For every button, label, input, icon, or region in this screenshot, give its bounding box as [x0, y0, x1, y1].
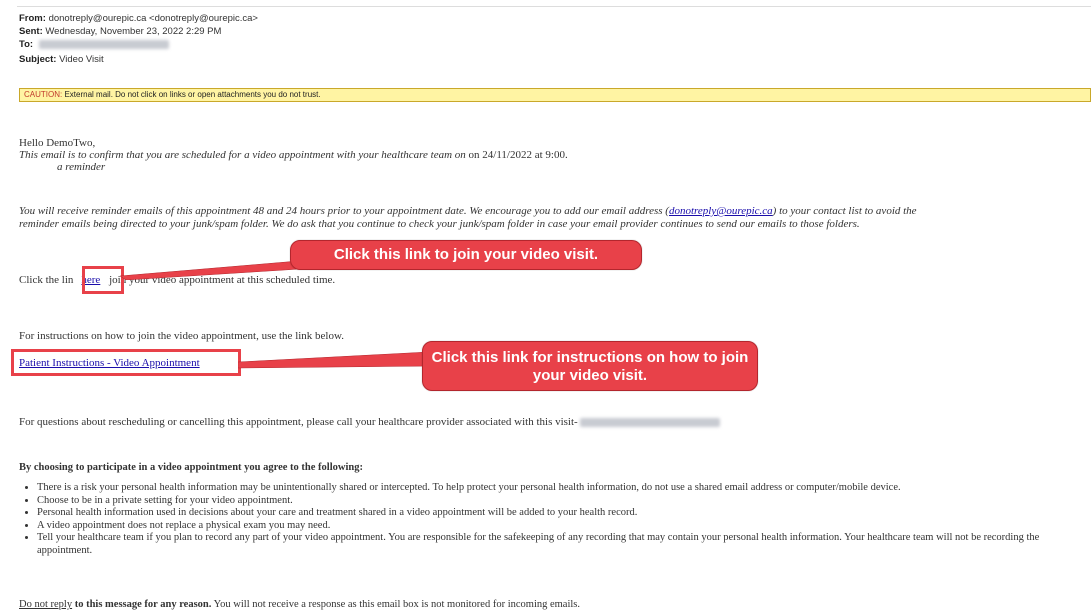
list-item: A video appointment does not replace a p… [37, 520, 1087, 533]
reminder-para-2: reminder emails being directed to your j… [19, 218, 860, 230]
here-highlight-box [82, 266, 124, 294]
caution-banner: CAUTION: External mail. Do not click on … [19, 88, 1091, 102]
reminder-para-1: You will receive reminder emails of this… [19, 205, 917, 218]
to-value-redacted [38, 39, 169, 49]
list-item: Tell your healthcare team if you plan to… [37, 532, 1087, 557]
join-text-pre: Click the lin [19, 274, 74, 286]
header-to: To: [19, 39, 169, 51]
agree-list-wrap: There is a risk your personal health inf… [19, 482, 1087, 557]
do-not-reply-rest: You will not receive a response as this … [211, 599, 581, 610]
header-subject: Subject: Video Visit [19, 54, 104, 66]
top-divider [17, 6, 1091, 7]
questions-text: For questions about rescheduling or canc… [19, 416, 578, 428]
list-item: Choose to be in a private setting for yo… [37, 495, 1087, 508]
instructions-callout: Click this link for instructions on how … [422, 341, 758, 391]
header-from: From: donotreply@ourepic.ca <donotreply@… [19, 13, 258, 25]
list-item: Personal health information used in deci… [37, 507, 1087, 520]
do-not-reply-bold: to this message for any reason. [72, 599, 212, 610]
reminder-email-link[interactable]: donotreply@ourepic.ca [669, 205, 773, 217]
sent-label: Sent: [19, 26, 43, 37]
instructions-intro: For instructions on how to join the vide… [19, 330, 344, 342]
patient-instructions-link[interactable]: Patient Instructions - Video Appointment [19, 357, 200, 370]
header-sent: Sent: Wednesday, November 23, 2022 2:29 … [19, 26, 221, 38]
list-item: There is a risk your personal health inf… [37, 482, 1087, 495]
sent-value: Wednesday, November 23, 2022 2:29 PM [45, 26, 222, 37]
provider-redacted [579, 417, 720, 427]
from-value[interactable]: donotreply@ourepic.ca <donotreply@ourepi… [49, 13, 258, 24]
from-label: From: [19, 13, 46, 24]
do-not-reply-underlined: Do not reply [19, 599, 73, 610]
reminder-word: a reminder [57, 161, 106, 173]
agree-list: There is a risk your personal health inf… [19, 482, 1087, 557]
caution-label: CAUTION: [24, 90, 63, 99]
do-not-reply-line: Do not reply to this message for any rea… [19, 598, 580, 611]
instructions-callout-arrow [238, 351, 435, 369]
confirm-date: on 24/11/2022 at 9:00. [465, 149, 568, 161]
agree-heading: By choosing to participate in a video ap… [19, 462, 363, 473]
join-callout: Click this link to join your video visit… [290, 240, 642, 270]
reminder-text-1: You will receive reminder emails of this… [19, 205, 669, 217]
questions-line: For questions about rescheduling or canc… [19, 416, 720, 429]
caution-text: External mail. Do not click on links or … [62, 90, 321, 99]
to-label: To: [19, 39, 34, 50]
confirm-italic: This email is to confirm that you are sc… [19, 149, 466, 161]
reminder-text-1b: ) to your contact list to avoid the [772, 205, 917, 217]
subject-value: Video Visit [59, 54, 104, 65]
subject-label: Subject: [19, 54, 57, 65]
